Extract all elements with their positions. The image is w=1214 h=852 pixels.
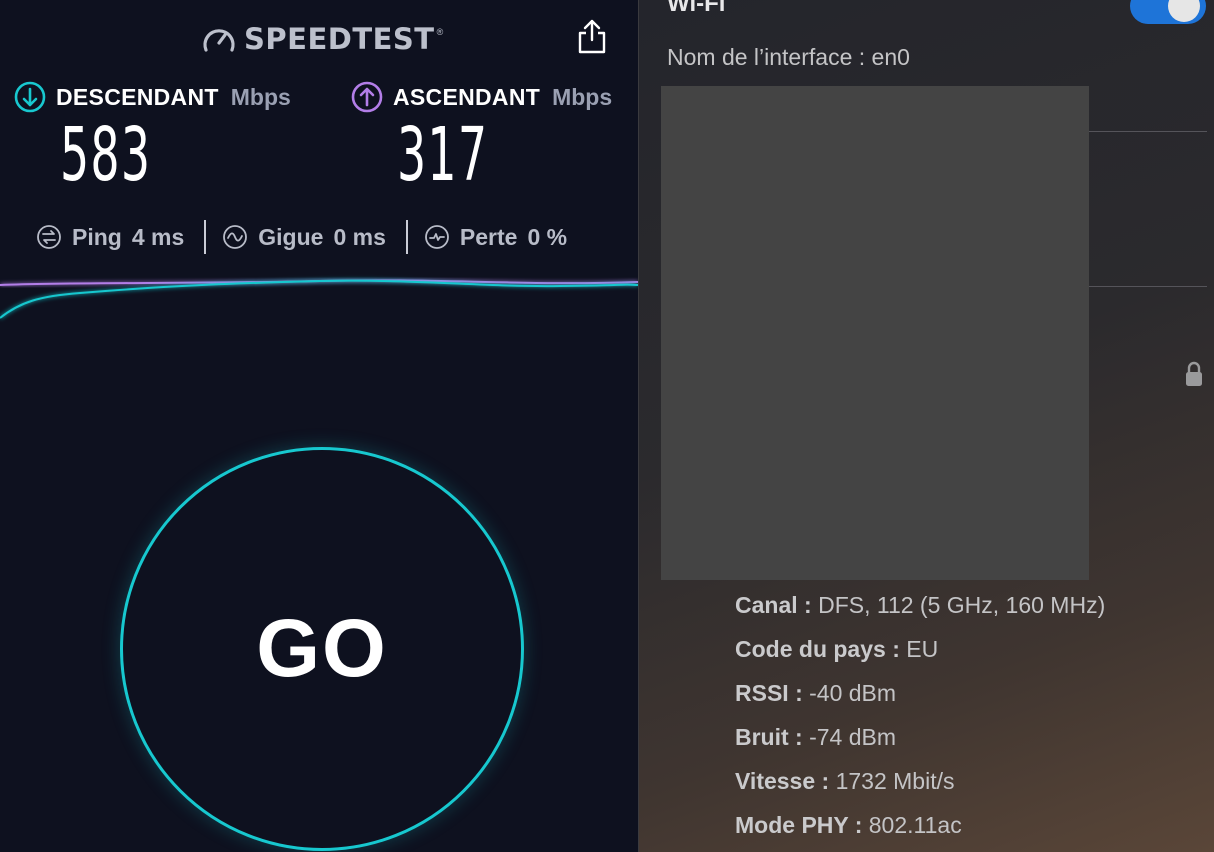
detail-key: Mode PHY :	[735, 812, 863, 838]
network-details: Canal : DFS, 112 (5 GHz, 160 MHz) Code d…	[735, 588, 1105, 852]
jitter-value: 0 ms	[333, 223, 386, 250]
divider	[1089, 131, 1207, 132]
wifi-toggle[interactable]	[1130, 0, 1206, 24]
wifi-title: Wi-Fi	[667, 0, 726, 17]
detail-value: 1732 Mbit/s	[835, 768, 955, 794]
interface-name: Nom de l’interface : en0	[667, 44, 910, 71]
detail-row-noise: Bruit : -74 dBm	[735, 720, 1105, 764]
detail-key: Vitesse :	[735, 768, 830, 794]
detail-key: RSSI :	[735, 680, 803, 706]
speed-graph	[0, 279, 638, 319]
detail-value: -74 dBm	[809, 724, 897, 750]
upload-label: ASCENDANT	[393, 83, 541, 110]
logo-trademark: ®	[436, 27, 444, 37]
download-arrow-icon	[14, 81, 46, 113]
stat-jitter: Gigue 0 ms	[222, 224, 386, 251]
logo-text: SPEEDTEST	[244, 22, 435, 56]
detail-row-country-code: Code du pays : EU	[735, 632, 1105, 676]
divider	[1089, 286, 1207, 287]
detail-row-rssi: RSSI : -40 dBm	[735, 676, 1105, 720]
interface-label: Nom de l’interface :	[667, 44, 866, 70]
redacted-area	[661, 86, 1089, 580]
detail-key: Canal :	[735, 592, 812, 618]
packet-loss-icon	[424, 225, 449, 249]
wifi-panel: Wi-Fi Nom de l’interface : en0 Canal : D…	[638, 0, 1214, 852]
detail-key: Code du pays :	[735, 636, 900, 662]
share-icon[interactable]	[576, 18, 608, 54]
loss-value: 0 %	[527, 223, 568, 250]
upload-value: 317	[397, 112, 489, 198]
toggle-knob	[1168, 0, 1200, 22]
detail-value: -40 dBm	[809, 680, 897, 706]
ping-value: 4 ms	[131, 223, 185, 250]
stats-row: Ping 4 ms Gigue 0 ms Perte 0 %	[36, 218, 567, 256]
detail-key: Bruit :	[735, 724, 803, 750]
go-label: GO	[256, 603, 388, 694]
ping-icon	[37, 225, 61, 249]
speedtest-panel: SPEEDTEST ® DESCENDANT Mbps 583 ASCENDANT…	[0, 0, 638, 852]
download-graph-line	[0, 279, 638, 319]
upload-header: ASCENDANT Mbps	[351, 81, 613, 113]
download-header: DESCENDANT Mbps	[14, 81, 291, 113]
detail-row-phy-mode: Mode PHY : 802.11ac	[735, 808, 1105, 852]
stats-divider	[405, 220, 408, 254]
detail-row-channel: Canal : DFS, 112 (5 GHz, 160 MHz)	[735, 588, 1105, 632]
jitter-label: Gigue	[258, 223, 324, 250]
stat-ping: Ping 4 ms	[36, 224, 184, 251]
go-button[interactable]: GO	[120, 447, 524, 851]
stat-loss: Perte 0 %	[424, 224, 567, 251]
lock-icon	[1186, 361, 1202, 386]
interface-value: en0	[871, 44, 910, 70]
download-label: DESCENDANT	[56, 83, 219, 110]
detail-value: 802.11ac	[868, 812, 962, 838]
upload-unit: Mbps	[552, 83, 613, 110]
jitter-icon	[223, 225, 248, 249]
download-value: 583	[60, 112, 152, 198]
detail-value: EU	[906, 636, 939, 662]
detail-value: DFS, 112 (5 GHz, 160 MHz)	[818, 592, 1106, 618]
download-unit: Mbps	[230, 83, 291, 110]
loss-label: Perte	[459, 223, 518, 250]
speedtest-logo: SPEEDTEST ®	[202, 22, 443, 56]
gauge-icon	[203, 29, 235, 52]
stats-divider	[204, 220, 207, 254]
upload-arrow-icon	[351, 81, 383, 113]
detail-row-speed: Vitesse : 1732 Mbit/s	[735, 764, 1105, 808]
ping-label: Ping	[72, 223, 122, 250]
